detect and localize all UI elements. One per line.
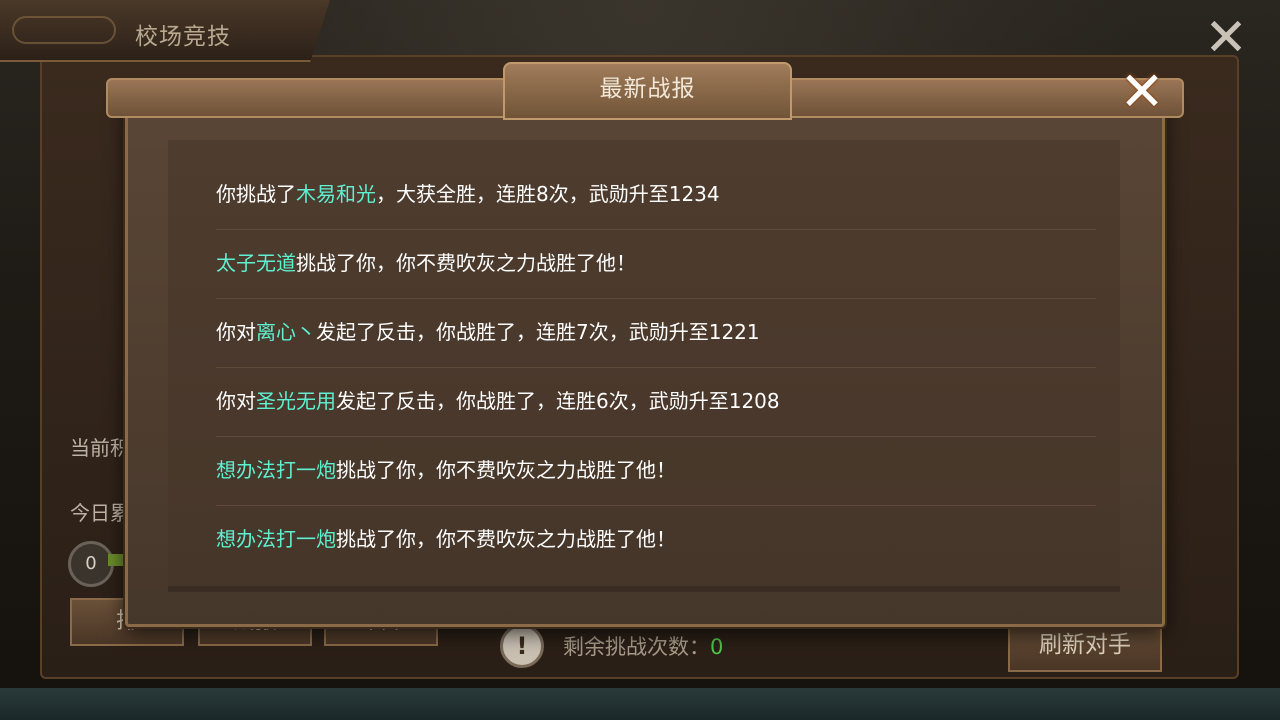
entry-text: 你挑战了 xyxy=(216,182,296,206)
dialog-title-tab: 最新战报 xyxy=(503,62,792,120)
current-points-label: 当前积 xyxy=(70,436,130,460)
entry-text: 挑战了你，你不费吹灰之力战胜了他！ xyxy=(336,527,676,551)
today-total-label: 今日累 xyxy=(70,501,130,525)
entry-text: 挑战了你，你不费吹灰之力战胜了他！ xyxy=(336,458,676,482)
player-name-link[interactable]: 圣光无用 xyxy=(256,389,336,413)
entry-text: 发起了反击，你战胜了，连胜7次，武勋升至1221 xyxy=(316,320,760,344)
remaining-challenges: 剩余挑战次数：0 xyxy=(563,631,723,661)
dialog-close-icon[interactable]: ✕ xyxy=(1114,64,1170,120)
entry-text: 挑战了你，你不费吹灰之力战胜了他！ xyxy=(296,251,636,275)
player-name-link[interactable]: 木易和光 xyxy=(296,182,376,206)
screen-title: 校场竞技 xyxy=(135,24,231,50)
report-list: 你挑战了木易和光，大获全胜，连胜8次，武勋升至1234 太子无道挑战了你，你不费… xyxy=(168,140,1120,592)
entry-text: 发起了反击，你战胜了，连胜6次，武勋升至1208 xyxy=(336,389,780,413)
report-entry: 你对圣光无用发起了反击，你战胜了，连胜6次，武勋升至1208 xyxy=(216,367,1096,437)
screen-close-icon[interactable]: ✕ xyxy=(1200,12,1252,64)
remaining-label: 剩余挑战次数： xyxy=(563,635,710,659)
header-ornament xyxy=(12,16,116,44)
entry-text: 你对 xyxy=(216,320,256,344)
report-entry: 想办法打一炮挑战了你，你不费吹灰之力战胜了他！ xyxy=(216,505,1096,574)
remaining-value: 0 xyxy=(710,635,724,659)
bottom-strip xyxy=(0,688,1280,720)
report-entry: 你对离心丶发起了反击，你战胜了，连胜7次，武勋升至1221 xyxy=(216,298,1096,368)
player-name-link[interactable]: 想办法打一炮 xyxy=(216,458,336,482)
player-name-link[interactable]: 想办法打一炮 xyxy=(216,527,336,551)
report-entry: 太子无道挑战了你，你不费吹灰之力战胜了他！ xyxy=(216,229,1096,299)
report-entry: 你挑战了木易和光，大获全胜，连胜8次，武勋升至1234 xyxy=(216,160,1096,230)
exclamation-icon: ! xyxy=(500,624,544,668)
player-name-link[interactable]: 太子无道 xyxy=(216,251,296,275)
player-name-link[interactable]: 离心丶 xyxy=(256,320,316,344)
entry-text: 你对 xyxy=(216,389,256,413)
battle-report-dialog: 最新战报 ✕ 你挑战了木易和光，大获全胜，连胜8次，武勋升至1234 太子无道挑… xyxy=(106,62,1184,627)
dialog-title: 最新战报 xyxy=(599,76,696,102)
report-entry: 想办法打一炮挑战了你，你不费吹灰之力战胜了他！ xyxy=(216,436,1096,506)
entry-text: ，大获全胜，连胜8次，武勋升至1234 xyxy=(376,182,720,206)
